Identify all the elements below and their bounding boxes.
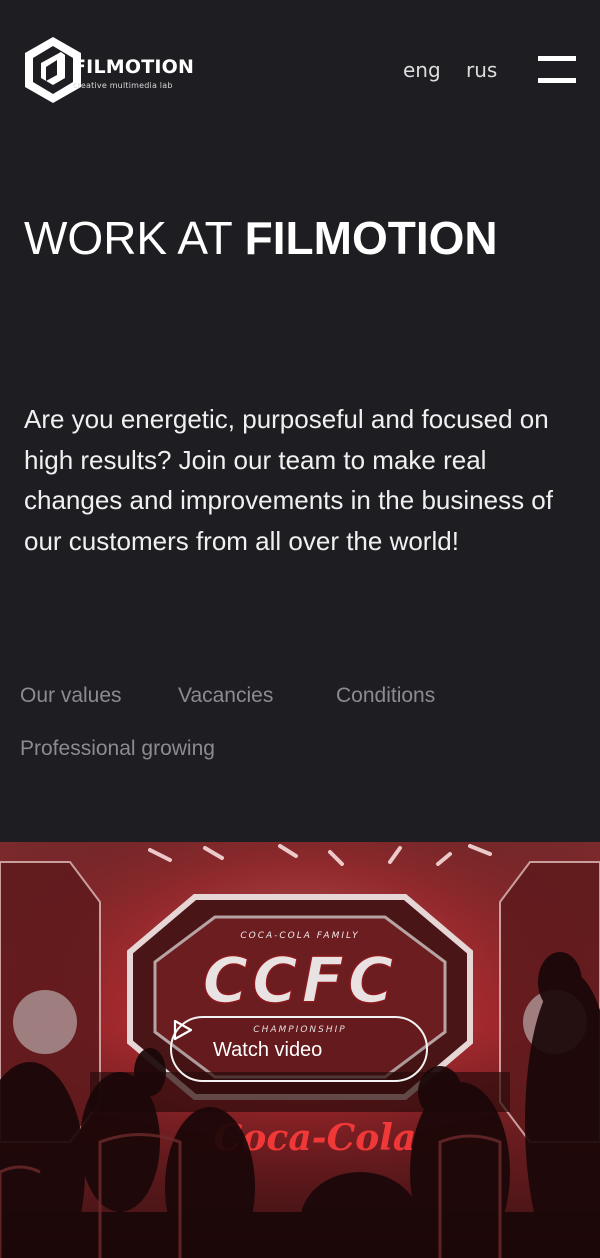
hamburger-line <box>538 56 576 61</box>
language-eng-link[interactable]: eng <box>403 58 441 82</box>
stage-top-text: COCA-COLA FAMILY <box>240 931 359 941</box>
language-rus-link[interactable]: rus <box>466 58 497 82</box>
nav-item-vacancies[interactable]: Vacancies <box>178 682 273 710</box>
video-preview[interactable]: COCA-COLA FAMILY CCFC CHAMPIONSHIP Coca-… <box>0 842 600 1258</box>
brand-tagline: creative multimedia lab <box>73 81 173 90</box>
hamburger-line <box>538 78 576 83</box>
watch-video-label: Watch video <box>213 1039 323 1061</box>
play-icon <box>173 1019 193 1041</box>
site-header: FILMOTION creative multimedia lab eng ru… <box>0 0 600 140</box>
brand-name: FILMOTION <box>73 56 195 78</box>
nav-item-conditions[interactable]: Conditions <box>336 682 435 710</box>
page-title-prefix: WORK AT <box>24 212 245 264</box>
page-title: WORK AT FILMOTION <box>24 212 498 266</box>
hamburger-icon[interactable] <box>538 56 576 84</box>
page-title-brand: FILMOTION <box>244 212 498 264</box>
careers-page: FILMOTION creative multimedia lab eng ru… <box>0 0 600 1258</box>
nav-item-our-values[interactable]: Our values <box>20 682 122 710</box>
intro-paragraph: Are you energetic, purposeful and focuse… <box>24 404 553 556</box>
nav-item-professional-growing[interactable]: Professional growing <box>20 735 215 763</box>
watch-video-button[interactable]: Watch video <box>170 1016 428 1082</box>
stage-logo-text: CCFC <box>203 944 398 1017</box>
